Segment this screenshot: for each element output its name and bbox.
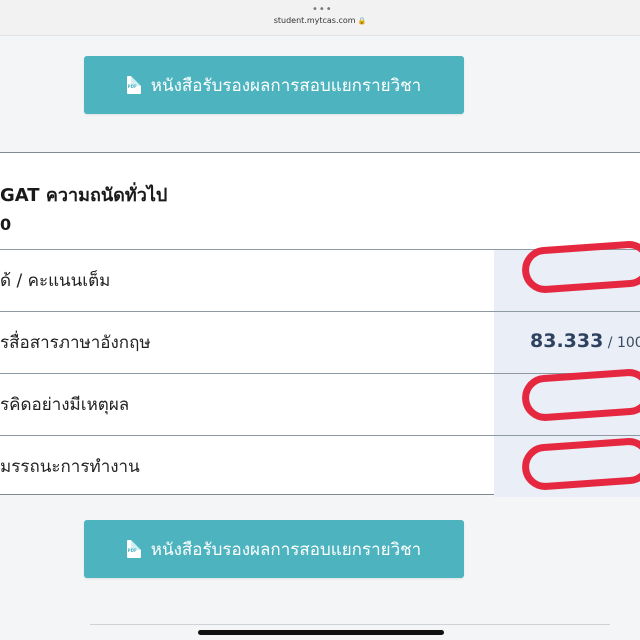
divider — [90, 624, 610, 625]
subject-title: GAT ความถนัดทั่วไป — [0, 185, 168, 206]
redaction-scribble — [520, 436, 640, 492]
pdf-icon — [126, 76, 141, 94]
pdf-icon — [126, 540, 141, 558]
url-text: student.mytcas.com — [273, 16, 356, 25]
redaction-scribble — [520, 239, 640, 295]
certificate-button-top[interactable]: หนังสือรับรองผลการสอบแยกรายวิชา — [84, 56, 464, 114]
score-value: 83.333 / 100 — [530, 330, 640, 352]
more-dots-icon[interactable]: ••• — [312, 5, 333, 15]
home-indicator[interactable] — [198, 630, 444, 635]
redaction-scribble — [520, 367, 640, 423]
certificate-button-label: หนังสือรับรองผลการสอบแยกรายวิชา — [150, 75, 422, 96]
row-label: มรรถนะการทำงาน — [0, 457, 140, 477]
subject-code: 0 — [0, 215, 12, 234]
lock-icon: 🔒 — [357, 17, 367, 25]
browser-top-bar: ••• student.mytcas.com 🔒 — [0, 0, 640, 36]
row-label: รคิดอย่างมีเหตุผล — [0, 395, 130, 415]
address-bar[interactable]: student.mytcas.com 🔒 — [0, 16, 640, 25]
row-label: รสื่อสารภาษาอังกฤษ — [0, 333, 151, 353]
score-max: / 100 — [603, 335, 640, 351]
certificate-button-bottom[interactable]: หนังสือรับรองผลการสอบแยกรายวิชา — [84, 520, 464, 578]
certificate-button-label: หนังสือรับรองผลการสอบแยกรายวิชา — [150, 539, 422, 560]
score-cell: 83.333 / 100 — [494, 312, 640, 373]
score-row-english: รสื่อสารภาษาอังกฤษ 83.333 / 100 — [0, 311, 640, 373]
row-label: ด้ / คะแนนเต็ม — [0, 271, 111, 291]
